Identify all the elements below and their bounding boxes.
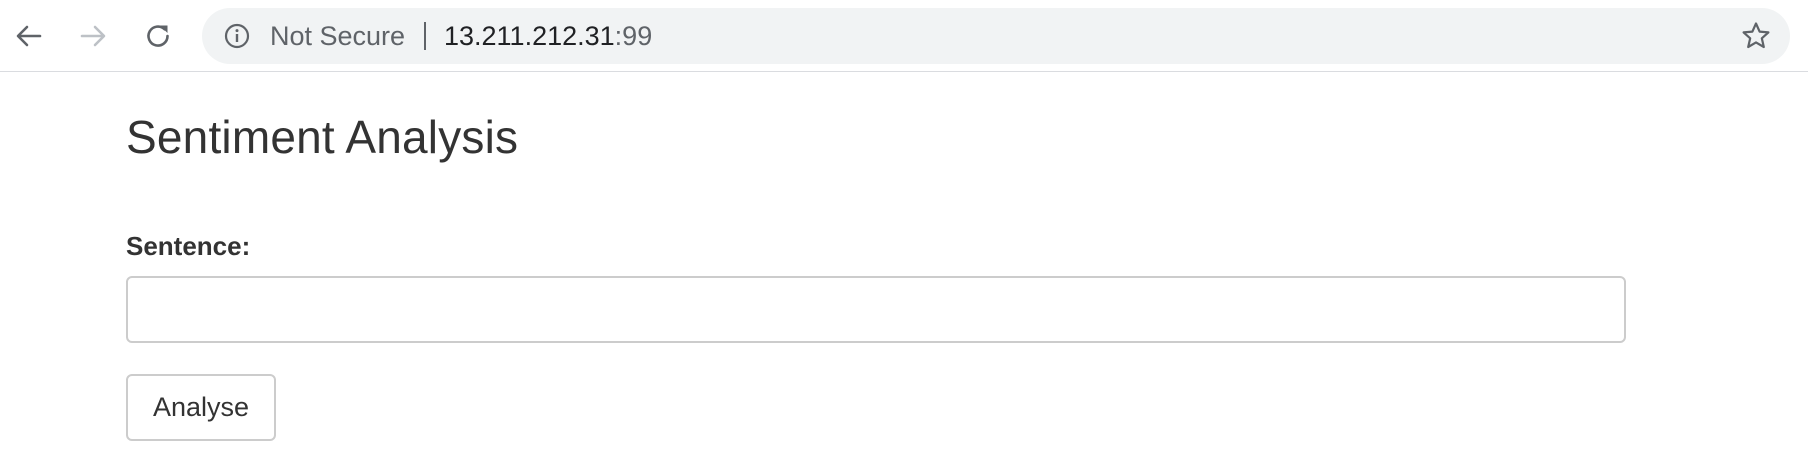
url-host: 13.211.212.31 xyxy=(444,21,615,51)
address-bar[interactable]: Not Secure 13.211.212.31:99 xyxy=(202,8,1790,64)
reload-button[interactable] xyxy=(137,15,179,57)
url-port: :99 xyxy=(614,21,653,51)
back-arrow-icon xyxy=(16,25,42,47)
forward-arrow-icon xyxy=(80,25,106,47)
info-icon[interactable] xyxy=(224,23,250,49)
sentence-label: Sentence: xyxy=(126,231,251,261)
security-status-label[interactable]: Not Secure xyxy=(270,8,405,64)
reload-icon xyxy=(147,25,169,47)
page-title: Sentiment Analysis xyxy=(126,111,519,163)
star-icon[interactable] xyxy=(1740,20,1772,52)
back-button[interactable] xyxy=(8,15,50,57)
browser-toolbar: Not Secure 13.211.212.31:99 xyxy=(0,0,1808,72)
analyse-button[interactable]: Analyse xyxy=(126,374,276,441)
url-text[interactable]: 13.211.212.31:99 xyxy=(444,8,652,64)
address-divider xyxy=(424,22,426,50)
sentence-input[interactable] xyxy=(126,276,1626,343)
forward-button[interactable] xyxy=(72,15,114,57)
